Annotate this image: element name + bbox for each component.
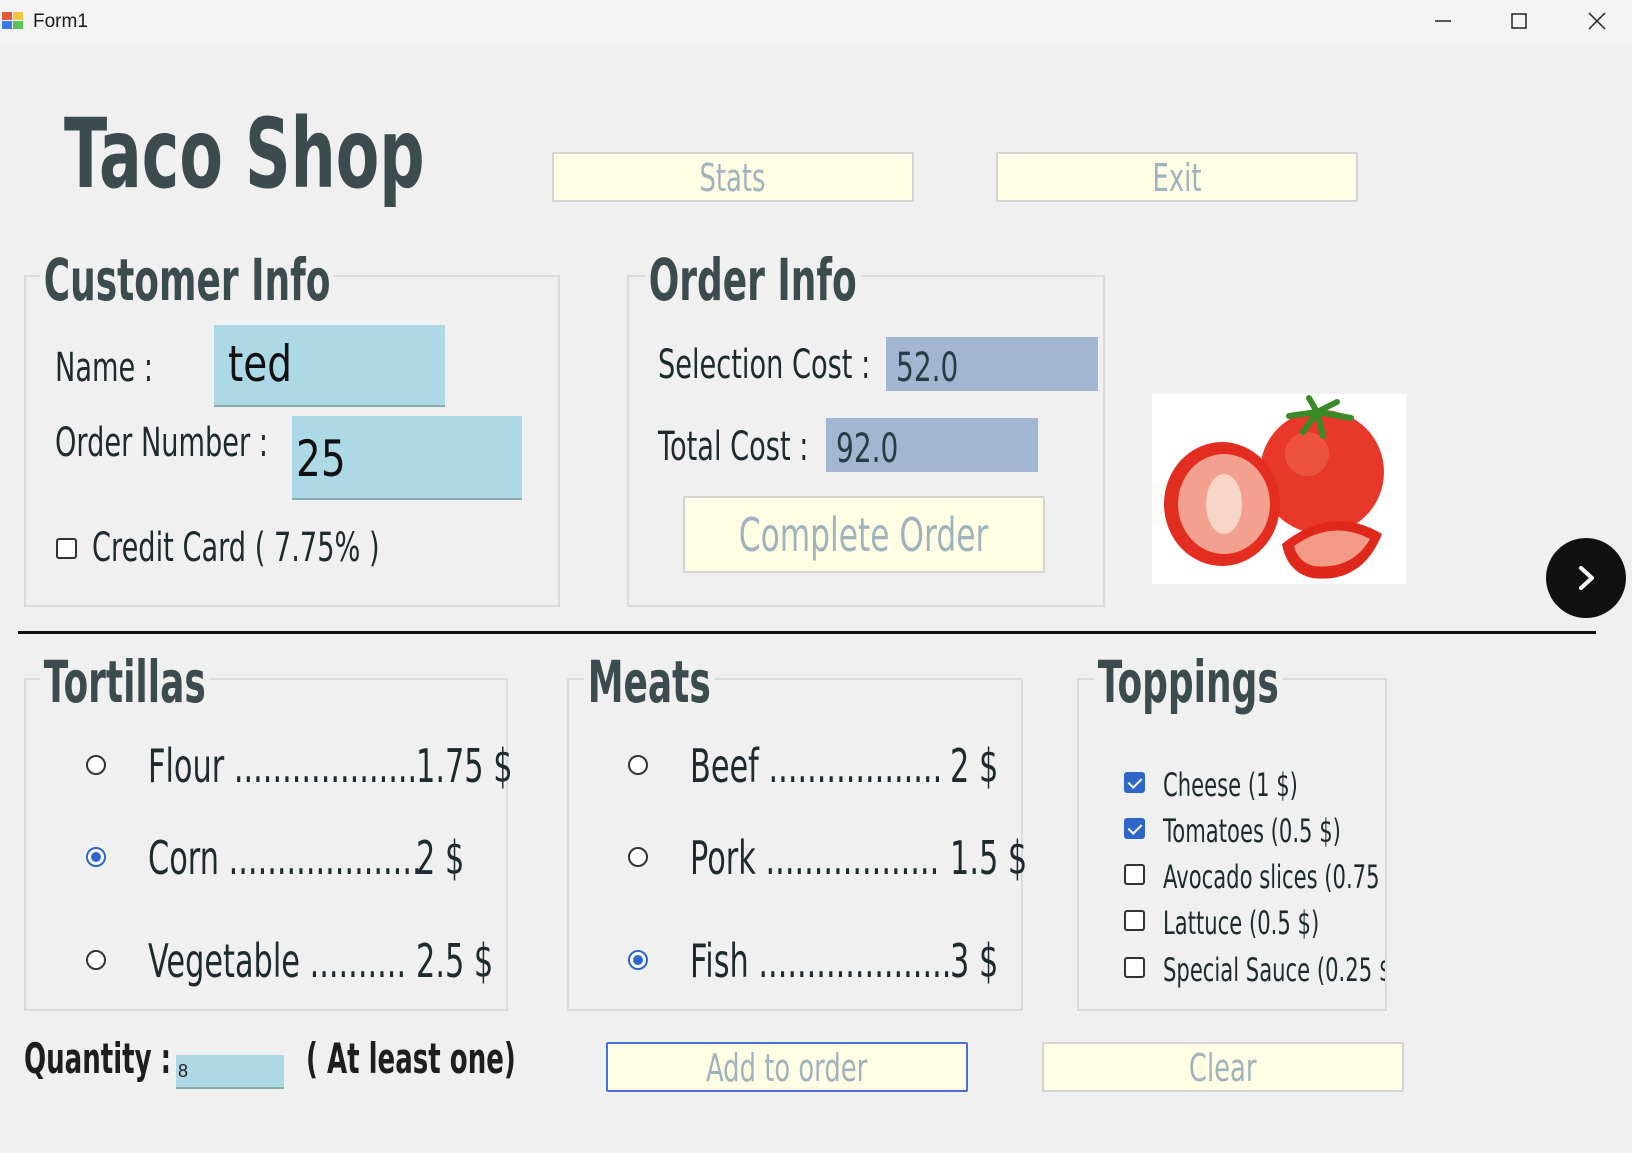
exit-button-label: Exit	[1152, 156, 1202, 200]
pork-radio[interactable]	[628, 847, 648, 867]
add-to-order-button[interactable]: Add to order	[606, 1042, 968, 1092]
beef-price: 2 $	[950, 739, 999, 793]
total-cost-field: 92.0	[826, 418, 1038, 472]
window-title: Form1	[33, 11, 88, 32]
credit-card-label: Credit Card ( 7.75% )	[92, 525, 380, 571]
lattuce-checkbox[interactable]	[1124, 910, 1145, 931]
name-input[interactable]: ted	[214, 325, 445, 407]
clear-button[interactable]: Clear	[1042, 1042, 1404, 1092]
special-sauce-label: Special Sauce (0.25 $	[1163, 951, 1387, 989]
credit-card-checkbox[interactable]	[56, 538, 77, 559]
order-number-label: Order Number :	[55, 420, 269, 466]
order-info-title: Order Info	[645, 246, 861, 314]
total-cost-value: 92.0	[836, 426, 899, 472]
selection-cost-field: 52.0	[886, 337, 1098, 391]
flour-price: 1.75 $	[416, 739, 513, 793]
maximize-icon	[1511, 13, 1527, 29]
beef-label: Beef ..................	[690, 739, 943, 793]
cheese-label: Cheese (1 $)	[1163, 766, 1298, 804]
quantity-value: 8	[178, 1061, 189, 1081]
avocado-label: Avocado slices (0.75	[1163, 858, 1380, 896]
selection-cost-value: 52.0	[896, 345, 959, 391]
selection-cost-label: Selection Cost :	[658, 342, 871, 388]
title-bar	[0, 0, 1632, 46]
next-button[interactable]	[1546, 538, 1626, 618]
clear-button-label: Clear	[1189, 1046, 1257, 1090]
corn-radio[interactable]	[86, 847, 106, 867]
tortillas-title: Tortillas	[40, 648, 210, 716]
fish-label: Fish ....................	[690, 934, 952, 988]
fish-radio[interactable]	[628, 950, 648, 970]
close-icon	[1588, 12, 1606, 30]
minimize-icon	[1435, 20, 1451, 22]
minimize-button[interactable]	[1404, 0, 1482, 42]
vegetable-label: Vegetable ..........	[148, 934, 407, 988]
toppings-group: Cheese (1 $) Tomatoes (0.5 $) Avocado sl…	[1077, 678, 1387, 1011]
section-divider	[18, 631, 1596, 634]
quantity-label: Quantity :	[24, 1034, 172, 1083]
complete-order-button[interactable]: Complete Order	[683, 496, 1045, 573]
add-to-order-label: Add to order	[706, 1046, 868, 1090]
corn-label: Corn ....................	[148, 831, 422, 885]
customer-info-title: Customer Info	[40, 246, 335, 314]
app-icon	[2, 10, 24, 30]
total-cost-label: Total Cost :	[658, 424, 809, 470]
name-input-value: ted	[228, 335, 293, 393]
special-sauce-checkbox[interactable]	[1124, 957, 1145, 978]
cheese-checkbox[interactable]	[1124, 772, 1145, 793]
app-title: Taco Shop	[64, 98, 425, 210]
lattuce-label: Lattuce (0.5 $)	[1163, 904, 1320, 942]
vegetable-price: 2.5 $	[416, 934, 494, 988]
stats-button-label: Stats	[700, 156, 766, 200]
avocado-checkbox[interactable]	[1124, 864, 1145, 885]
vegetable-radio[interactable]	[86, 950, 106, 970]
close-button[interactable]	[1558, 0, 1632, 42]
toppings-title: Toppings	[1094, 648, 1283, 716]
meats-title: Meats	[584, 648, 715, 716]
complete-order-label: Complete Order	[739, 507, 989, 562]
tomatoes-checkbox[interactable]	[1124, 818, 1145, 839]
flour-radio[interactable]	[86, 755, 106, 775]
order-number-value: 25	[296, 430, 346, 488]
chevron-right-icon	[1579, 566, 1594, 590]
flour-label: Flour ...................	[148, 739, 418, 793]
tomatoes-label: Tomatoes (0.5 $)	[1163, 812, 1341, 850]
pork-price: 1.5 $	[950, 831, 1028, 885]
fish-price: 3 $	[950, 934, 999, 988]
beef-radio[interactable]	[628, 755, 648, 775]
corn-price: 2 $	[416, 831, 465, 885]
exit-button[interactable]: Exit	[996, 152, 1358, 202]
stats-button[interactable]: Stats	[552, 152, 914, 202]
maximize-button[interactable]	[1480, 0, 1558, 42]
order-number-input[interactable]: 25	[292, 416, 522, 500]
tomato-image	[1152, 394, 1406, 584]
quantity-hint: ( At least one)	[306, 1034, 516, 1083]
name-label: Name :	[55, 345, 154, 391]
quantity-input[interactable]: 8	[176, 1055, 284, 1089]
pork-label: Pork ..................	[690, 831, 940, 885]
